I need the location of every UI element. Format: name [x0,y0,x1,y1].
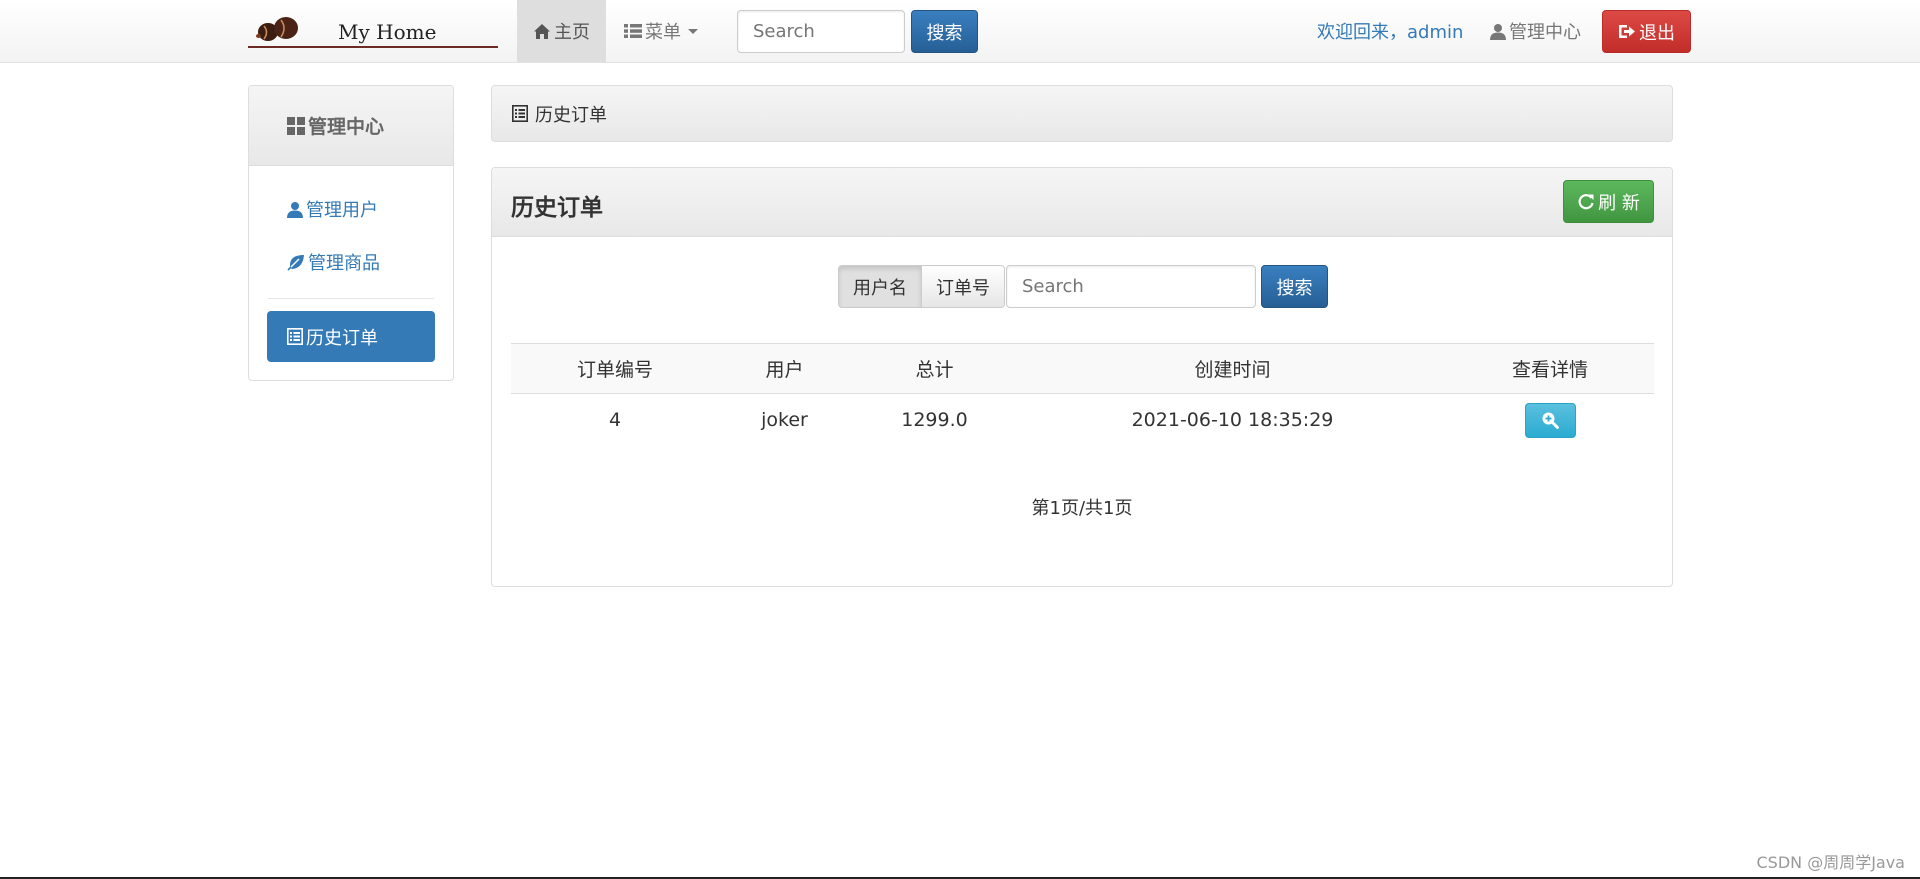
column-header-user: 用户 [719,343,850,394]
cell-details [1446,394,1654,447]
logout-label: 退出 [1639,22,1675,44]
cell-created: 2021-06-10 18:35:29 [1131,409,1334,432]
column-header-details: 查看详情 [1446,343,1654,394]
search-by-order-number-toggle[interactable]: 订单号 [922,265,1005,308]
pagination-info: 第1页/共1页 [1031,498,1133,519]
sidebar-heading: 管理中心 [249,86,453,166]
nav-menu-dropdown[interactable]: 菜单 [624,0,698,62]
sidebar-divider [268,298,434,299]
navbar-search-button[interactable]: 搜索 [911,10,978,53]
user-icon [287,201,303,218]
column-header-order-id: 订单编号 [511,343,719,394]
table-header-row: 订单编号 用户 总计 创建时间 查看详情 [511,343,1654,394]
breadcrumb: 历史订单 [491,85,1673,142]
search-option-label: 用户名 [853,277,907,299]
th-large-icon [287,116,305,135]
cell-order-id: 4 [608,409,622,432]
list-alt-icon [512,105,528,122]
column-header-created: 创建时间 [1019,343,1446,394]
table-row: 4 joker 1299.0 2021-06-10 18:35:29 [511,394,1654,447]
logout-button[interactable]: 退出 [1602,10,1691,53]
th-list-icon [624,24,642,38]
order-history-panel: 历史订单 刷 新 用户名 订单号 搜索 订单编号 用户 总计 创建时间 [491,167,1673,587]
log-out-icon [1619,25,1635,38]
panel-heading: 历史订单 刷 新 [492,168,1672,237]
navbar-search-input[interactable] [737,10,905,53]
sidebar-heading-label: 管理中心 [308,116,385,138]
sidebar-item-label: 管理用户 [306,200,378,221]
nav-menu-label: 菜单 [645,22,681,43]
sidebar-item-order-history[interactable]: 历史订单 [267,311,435,362]
welcome-link[interactable]: 欢迎回来，admin [1317,0,1463,62]
top-navbar: My Home 主页 菜单 搜索 欢迎回来，admin 管理中心 退出 [0,0,1920,63]
order-search-button-label: 搜索 [1276,277,1313,299]
breadcrumb-label: 历史订单 [535,104,607,126]
page-title: 历史订单 [511,195,603,221]
admin-center-label: 管理中心 [1509,22,1581,43]
coffee-beans-logo [256,17,298,41]
caret-down-icon [688,28,698,34]
search-option-label: 订单号 [936,277,990,299]
sidebar-item-label: 历史订单 [306,327,378,349]
brand-logo-link[interactable]: My Home [248,8,498,48]
brand-name: My Home [338,20,437,44]
watermark: CSDN @周周学Java [1756,853,1905,872]
cell-total: 1299.0 [901,409,968,432]
leaf-icon [287,254,304,271]
sidebar-item-label: 管理商品 [308,253,380,274]
sidebar-item-users[interactable]: 管理用户 [287,196,378,222]
orders-table: 订单编号 用户 总计 创建时间 查看详情 4 joker 1299.0 2021… [511,343,1654,447]
nav-home-label: 主页 [554,22,590,43]
refresh-button[interactable]: 刷 新 [1563,180,1654,223]
refresh-label: 刷 新 [1598,192,1640,214]
view-details-button[interactable] [1524,402,1576,438]
zoom-in-icon [1542,412,1559,430]
order-search-input[interactable] [1006,265,1256,308]
admin-center-link[interactable]: 管理中心 [1490,0,1581,62]
cell-user: joker [761,409,808,432]
refresh-icon [1578,193,1594,209]
nav-home-link[interactable]: 主页 [517,0,606,62]
user-icon [1490,23,1506,40]
navbar-search-button-label: 搜索 [926,22,963,44]
order-search-group: 用户名 订单号 搜索 [838,265,1328,308]
sidebar: 管理中心 管理用户 管理商品 历史订单 [248,85,454,381]
list-alt-icon [287,328,303,345]
welcome-text: 欢迎回来，admin [1317,22,1464,43]
home-icon [534,23,550,39]
order-search-button[interactable]: 搜索 [1261,265,1328,308]
sidebar-item-goods[interactable]: 管理商品 [287,249,380,275]
column-header-total: 总计 [850,343,1019,394]
search-by-username-toggle[interactable]: 用户名 [838,265,922,308]
